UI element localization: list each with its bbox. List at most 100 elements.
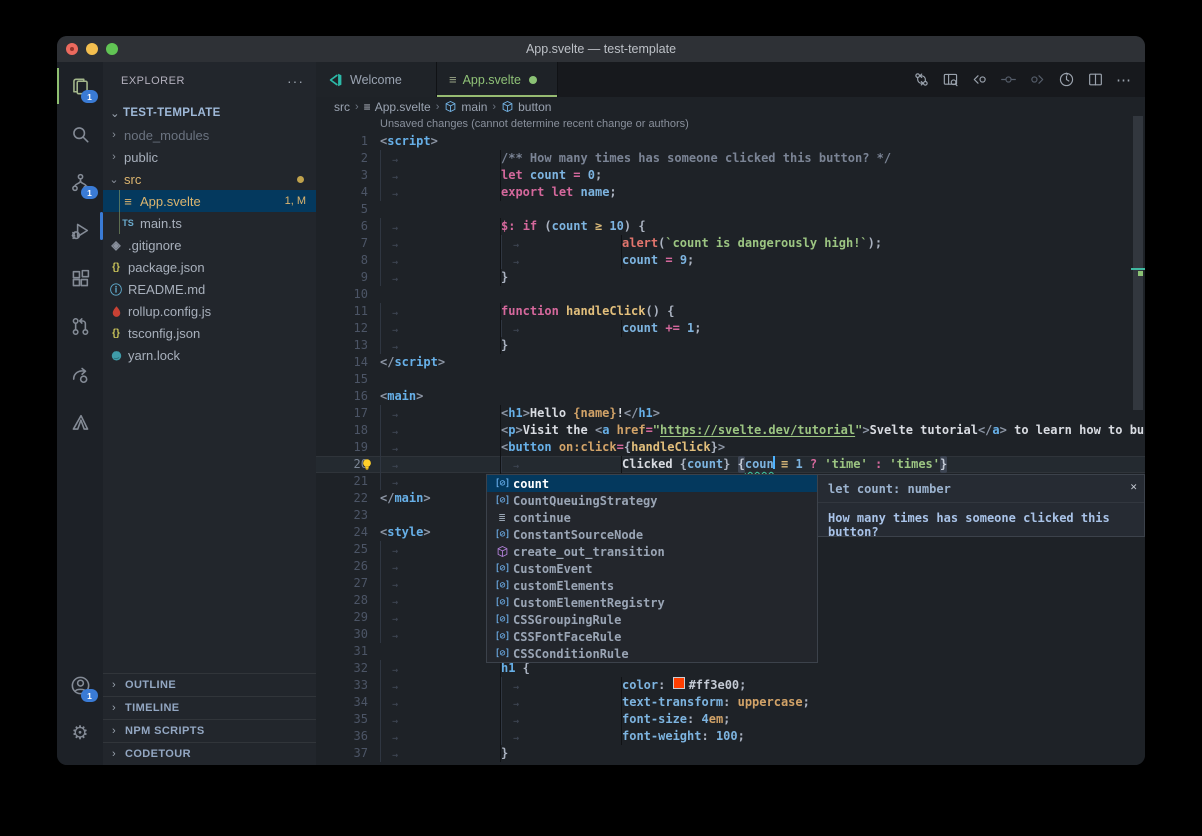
code-line-11[interactable]: 11function handleClick() { <box>316 303 1145 320</box>
token-cmt: /** How many times has someone clicked t… <box>501 150 891 167</box>
code-line-7[interactable]: 7alert(`count is dangerously high!`); <box>316 235 1145 252</box>
file-main-ts[interactable]: TSmain.ts <box>103 212 316 234</box>
suggest-item-countqueuingstrategy[interactable]: [⊘]CountQueuingStrategy <box>487 492 817 509</box>
activity-bar-item-live-share[interactable] <box>57 350 103 398</box>
tab-welcome[interactable]: Welcome <box>316 62 437 97</box>
editor-scrollbar[interactable] <box>1131 116 1145 765</box>
folder-node-modules[interactable]: ›node_modules <box>103 124 316 146</box>
tab-app-svelte[interactable]: ≡App.svelte <box>437 62 558 97</box>
split-editor-icon[interactable] <box>1084 69 1106 91</box>
sidebar-section-outline[interactable]: ›OUTLINE <box>103 673 316 696</box>
code-line-15[interactable]: 15 <box>316 371 1145 388</box>
activity-bar-item-source-control[interactable]: 1 <box>57 158 103 206</box>
code-line-20[interactable]: 20Clicked {count} {coun ≡ 1 ? 'time' : '… <box>316 456 1145 473</box>
activity-bar-item-extensions[interactable] <box>57 254 103 302</box>
activity-bar-item-azure[interactable] <box>57 398 103 446</box>
current-change-icon[interactable] <box>997 69 1019 91</box>
activity-bar-item-github-pr[interactable] <box>57 302 103 350</box>
suggest-item-customevent[interactable]: [⊘]CustomEvent <box>487 560 817 577</box>
activity-bar-item-explorer[interactable]: 1 <box>57 62 103 110</box>
file--gitignore[interactable]: ◈.gitignore <box>103 234 316 256</box>
code-line-19[interactable]: 19<button on:click={handleClick}> <box>316 439 1145 456</box>
sidebar-section-timeline[interactable]: ›TIMELINE <box>103 696 316 719</box>
breadcrumb-item-src[interactable]: src <box>334 100 350 114</box>
minimize-window-button[interactable] <box>86 43 98 55</box>
token-pun: > <box>523 405 530 422</box>
gear-icon: ⚙ <box>71 724 88 743</box>
code-line-35[interactable]: 35font-size: 4em; <box>316 711 1145 728</box>
code-line-16[interactable]: 16<main> <box>316 388 1145 405</box>
more-actions-icon[interactable]: ⋯ <box>1113 69 1135 91</box>
activity-bar-item-run-debug[interactable] <box>57 206 103 254</box>
suggest-item-create_out_transition[interactable]: create_out_transition <box>487 543 817 560</box>
file-package-json[interactable]: {}package.json <box>103 256 316 278</box>
file-tsconfig-json[interactable]: {}tsconfig.json <box>103 322 316 344</box>
code-line-36[interactable]: 36font-weight: 100; <box>316 728 1145 745</box>
suggest-item-cssconditionrule[interactable]: [⊘]CSSConditionRule <box>487 645 817 662</box>
suggest-item-count[interactable]: [⊘]count <box>487 475 817 492</box>
token-pln: : <box>658 677 672 694</box>
code-line-10[interactable]: 10 <box>316 286 1145 303</box>
section-label: CODETOUR <box>125 748 191 760</box>
code-line-3[interactable]: 3let count = 0; <box>316 167 1145 184</box>
folder-public[interactable]: ›public <box>103 146 316 168</box>
open-preview-icon[interactable] <box>939 69 961 91</box>
svelte-file-icon: ≡ <box>449 72 457 87</box>
previous-change-icon[interactable] <box>968 69 990 91</box>
breadcrumb-item-button[interactable]: button <box>501 100 551 114</box>
chevron-right-icon: › <box>103 748 125 760</box>
code-line-12[interactable]: 12count += 1; <box>316 320 1145 337</box>
file-yarn-lock[interactable]: yarn.lock <box>103 344 316 366</box>
code-line-17[interactable]: 17<h1>Hello {name}!</h1> <box>316 405 1145 422</box>
activity-bar-item-settings-gear[interactable]: ⚙ <box>57 709 103 757</box>
token-pln <box>573 184 580 201</box>
file-app-svelte[interactable]: ≡App.svelte1, M <box>103 190 316 212</box>
suggest-item-continue[interactable]: ≣continue <box>487 509 817 526</box>
sidebar-section-npm-scripts[interactable]: ›NPM SCRIPTS <box>103 719 316 742</box>
file-name: main.ts <box>140 216 182 231</box>
lightbulb-icon[interactable] <box>360 457 374 472</box>
code-line-34[interactable]: 34text-transform: uppercase; <box>316 694 1145 711</box>
suggest-item-cssgroupingrule[interactable]: [⊘]CSSGroupingRule <box>487 611 817 628</box>
suggest-item-constantsourcenode[interactable]: [⊘]ConstantSourceNode <box>487 526 817 543</box>
tab-whitespace <box>380 456 501 473</box>
explorer-more-actions-icon[interactable]: ··· <box>287 73 304 89</box>
git-compare-icon[interactable] <box>910 69 932 91</box>
code-line-8[interactable]: 8count = 9; <box>316 252 1145 269</box>
file-history-icon[interactable] <box>1055 69 1077 91</box>
close-window-button[interactable] <box>66 43 78 55</box>
activity-bar-item-account[interactable]: 1 <box>57 661 103 709</box>
code-line-9[interactable]: 9} <box>316 269 1145 286</box>
badge-count: 1 <box>81 90 98 103</box>
code-line-6[interactable]: 6$: if (count ≥ 10) { <box>316 218 1145 235</box>
breadcrumb-item-main[interactable]: main <box>444 100 487 114</box>
folder-src[interactable]: ⌄src <box>103 168 316 190</box>
file-readme-md[interactable]: ⓘREADME.md <box>103 278 316 300</box>
code-line-5[interactable]: 5 <box>316 201 1145 218</box>
code-line-2[interactable]: 2/** How many times has someone clicked … <box>316 150 1145 167</box>
token-kw: if <box>523 218 537 235</box>
suggest-item-cssfontfacerule[interactable]: [⊘]CSSFontFaceRule <box>487 628 817 645</box>
token-pln <box>559 303 566 320</box>
code-line-33[interactable]: 33color: #ff3e00; <box>316 677 1145 694</box>
code-line-37[interactable]: 37} <box>316 745 1145 762</box>
scrollbar-thumb[interactable] <box>1133 116 1143 410</box>
github-pr-icon <box>70 316 91 337</box>
sidebar-section-codetour[interactable]: ›CODETOUR <box>103 742 316 765</box>
next-change-icon[interactable] <box>1026 69 1048 91</box>
file-rollup-config-js[interactable]: rollup.config.js <box>103 300 316 322</box>
breadcrumb-item-app-svelte[interactable]: ≡App.svelte <box>364 100 431 114</box>
activity-bar-item-search[interactable] <box>57 110 103 158</box>
code-editor[interactable]: Unsaved changes (cannot determine recent… <box>316 116 1145 765</box>
close-icon[interactable]: ✕ <box>1130 480 1137 493</box>
code-line-1[interactable]: 1<script> <box>316 133 1145 150</box>
zoom-window-button[interactable] <box>106 43 118 55</box>
suggest-item-customelements[interactable]: [⊘]customElements <box>487 577 817 594</box>
tab-whitespace <box>380 218 501 235</box>
code-line-13[interactable]: 13} <box>316 337 1145 354</box>
suggest-item-customelementregistry[interactable]: [⊘]CustomElementRegistry <box>487 594 817 611</box>
explorer-root-folder[interactable]: ⌄ TEST-TEMPLATE <box>103 102 316 124</box>
code-line-18[interactable]: 18<p>Visit the <a href="https://svelte.d… <box>316 422 1145 439</box>
code-line-4[interactable]: 4export let name; <box>316 184 1145 201</box>
code-line-14[interactable]: 14</script> <box>316 354 1145 371</box>
